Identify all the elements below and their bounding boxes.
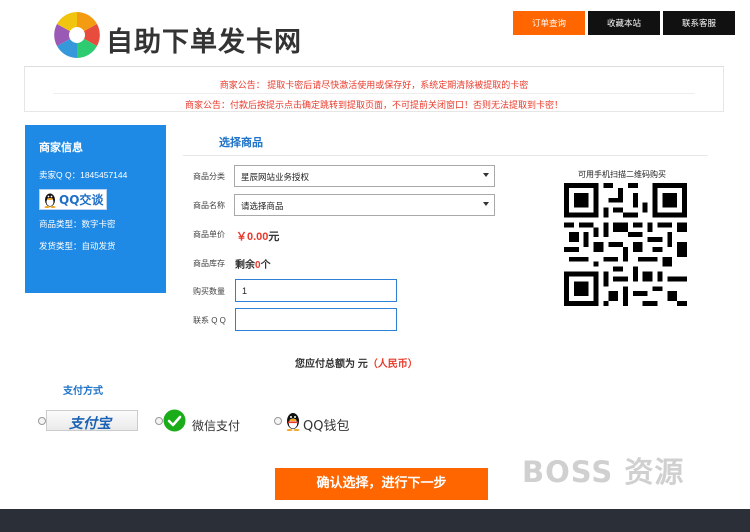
contact-qq-input[interactable]: [235, 308, 397, 331]
category-label: 商品分类: [193, 172, 225, 181]
notice-divider: [53, 93, 695, 94]
product-type-row: 商品类型：数字卡密: [39, 218, 152, 230]
qr-code-image: [564, 183, 687, 306]
qq-chat-button[interactable]: QQ交谈: [39, 189, 108, 210]
product-select-value: 请选择商品: [241, 201, 284, 211]
payment-method-title: 支付方式: [63, 386, 103, 397]
product-type-value: 数字卡密: [81, 219, 116, 229]
delivery-type-label: 发货类型：: [39, 241, 82, 251]
qq-wallet-icon: [286, 413, 300, 431]
total-currency: （人民币）: [367, 359, 418, 370]
merchant-info-panel: 商家信息 卖家Q Q：1845457144 QQ交谈 商品类型：数字卡密 发货类…: [25, 125, 166, 293]
chevron-down-icon: [483, 173, 489, 177]
seller-qq-row: 卖家Q Q：1845457144: [39, 169, 152, 181]
alipay-option[interactable]: 支付宝: [46, 410, 138, 432]
wechat-pay-icon: [163, 409, 186, 432]
stock-prefix: 剩余: [235, 260, 255, 271]
price-label: 商品单价: [193, 230, 225, 239]
notice-1: 商家公告： 提取卡密后请尽快激活使用或保存好，系统定期清除被提取的卡密: [219, 80, 529, 90]
product-name-label: 商品名称: [193, 201, 225, 210]
unit-price: ￥0.00元: [236, 228, 279, 244]
nav-bookmark[interactable]: 收藏本站: [588, 11, 660, 35]
wechat-pay-radio[interactable]: [155, 417, 163, 425]
category-select[interactable]: 星辰网站业务授权: [234, 165, 495, 187]
site-title: 自助下单发卡网: [106, 27, 302, 58]
watermark-text: BOSS 资源: [522, 455, 685, 489]
delivery-type-value: 自动发货: [81, 241, 116, 251]
nav-order-query[interactable]: 订单查询: [513, 11, 585, 35]
nav-contact-support[interactable]: 联系客服: [663, 11, 735, 35]
price-unit: 元: [268, 231, 280, 243]
quantity-input[interactable]: 1: [235, 279, 397, 302]
site-logo-icon[interactable]: [52, 10, 102, 60]
product-select[interactable]: 请选择商品: [234, 194, 495, 216]
wechat-pay-label[interactable]: 微信支付: [192, 417, 240, 434]
merchant-title: 商家信息: [39, 142, 83, 154]
qq-wallet-radio[interactable]: [274, 417, 282, 425]
quantity-label: 购买数量: [193, 287, 225, 296]
seller-qq-value: 1845457144: [80, 170, 128, 180]
stock-value: 剩余0个: [235, 256, 271, 271]
total-prefix: 您应付总额为 元: [295, 359, 368, 370]
alipay-radio[interactable]: [38, 417, 46, 425]
alipay-logo: 支付宝: [69, 416, 111, 432]
notice-box: 商家公告： 提取卡密后请尽快激活使用或保存好，系统定期清除被提取的卡密 商家公告…: [24, 66, 724, 112]
section-divider: [183, 155, 708, 156]
stock-suffix: 个: [260, 260, 271, 271]
qq-wallet-label[interactable]: QQ钱包: [303, 415, 349, 434]
product-type-label: 商品类型：: [39, 219, 82, 229]
contact-qq-label: 联系 Q Q: [193, 316, 226, 325]
price-value: ￥0.00: [236, 231, 269, 243]
qr-caption: 可用手机扫描二维码购买: [578, 170, 666, 179]
seller-qq-label: 卖家Q Q：: [39, 170, 81, 180]
confirm-next-button[interactable]: 确认选择，进行下一步: [275, 468, 488, 500]
qq-chat-label: QQ交谈: [59, 193, 104, 207]
qq-penguin-icon: [44, 193, 56, 208]
total-amount: 您应付总额为 元（人民币）: [295, 355, 418, 370]
delivery-type-row: 发货类型：自动发货: [39, 240, 152, 252]
stock-label: 商品库存: [193, 259, 225, 268]
top-nav: 订单查询 收藏本站 联系客服: [513, 11, 735, 35]
chevron-down-icon: [483, 202, 489, 206]
footer-bar: [0, 509, 750, 532]
notice-2: 商家公告：付款后按提示点击确定跳转到提取页面，不可提前关闭窗口！否则无法提取到卡…: [184, 100, 563, 110]
select-product-title: 选择商品: [219, 137, 263, 149]
category-select-value: 星辰网站业务授权: [241, 172, 310, 182]
